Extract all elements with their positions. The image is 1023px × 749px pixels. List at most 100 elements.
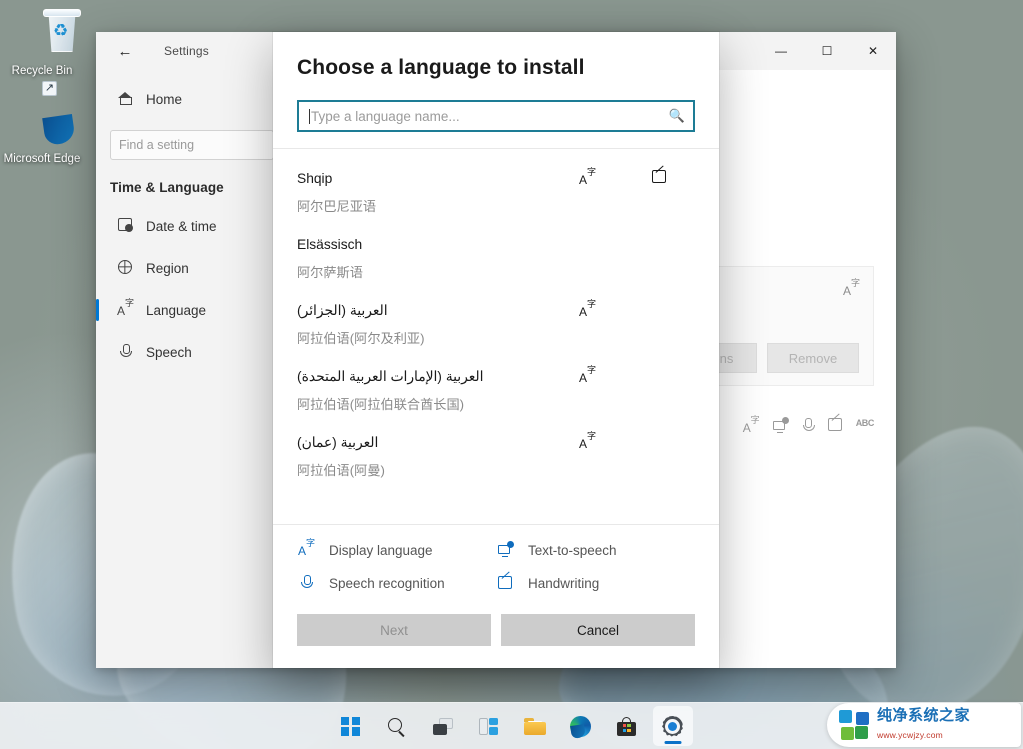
- windows-start-icon: [341, 716, 360, 736]
- language-local-name: 阿尔巴尼亚语: [297, 199, 377, 214]
- legend-item-handwriting: Handwriting: [496, 575, 695, 592]
- shortcut-arrow-icon: ↗: [42, 81, 57, 96]
- window-controls: — ☐ ✕: [758, 32, 896, 70]
- remove-button[interactable]: Remove: [767, 343, 859, 373]
- sidebar-item-home[interactable]: Home: [102, 79, 282, 119]
- taskbar-widgets-button[interactable]: [469, 706, 509, 746]
- desktop-icon-recycle-bin[interactable]: ♻ Recycle Bin: [0, 8, 84, 78]
- display-language-icon: A字: [843, 278, 860, 298]
- watermark-logo-icon: [839, 710, 869, 740]
- dialog-header: Choose a language to install Type a lang…: [273, 32, 719, 132]
- language-native-name: العربية (الإمارات العربية المتحدة): [297, 369, 484, 384]
- list-item[interactable]: العربية (الإمارات العربية المتحدة) 阿拉伯语(…: [273, 359, 719, 425]
- taskbar-edge-button[interactable]: [561, 706, 601, 746]
- desktop-icon-label: Microsoft Edge: [3, 153, 81, 165]
- taskbar-settings-button[interactable]: [652, 706, 693, 746]
- watermark-title: 纯净系统之家: [877, 706, 971, 724]
- sidebar-item-speech[interactable]: Speech: [102, 332, 282, 372]
- language-native-name: Shqip: [297, 171, 333, 186]
- sidebar-group-title: Time & Language: [110, 180, 224, 195]
- settings-sidebar: Home Find a setting Time & Language Date…: [96, 70, 288, 668]
- taskbar-start-button[interactable]: [331, 706, 371, 746]
- task-view-icon: [432, 717, 453, 735]
- legend-item-speech-recognition: Speech recognition: [297, 575, 496, 592]
- language-native-name: العربية (عمان): [297, 435, 379, 450]
- language-native-name: Elsässisch: [297, 237, 363, 252]
- legend-label: Speech recognition: [329, 576, 445, 591]
- microsoft-store-icon: [617, 716, 636, 736]
- feature-slot-empty: ·: [623, 368, 695, 383]
- sidebar-item-label: Region: [146, 260, 189, 276]
- desktop-icon-label: Recycle Bin: [11, 65, 73, 77]
- language-list[interactable]: Shqip 阿尔巴尼亚语 A字 Elsässisch 阿尔萨斯语 · ·: [273, 149, 719, 524]
- display-language-icon: A字: [579, 431, 596, 451]
- feature-legend: A字 Display language Text-to-speech Speec…: [273, 524, 719, 598]
- microphone-icon: [116, 343, 134, 361]
- window-title: Settings: [164, 44, 209, 58]
- search-icon[interactable]: 🔍: [669, 108, 685, 124]
- maximize-button[interactable]: ☐: [804, 32, 850, 70]
- sidebar-item-date-time[interactable]: Date & time: [102, 206, 282, 246]
- taskbar-task-view-button[interactable]: [423, 706, 463, 746]
- recycle-bin-icon: ♻: [0, 8, 84, 60]
- next-button[interactable]: Next: [297, 614, 491, 646]
- legend-label: Handwriting: [528, 576, 600, 591]
- list-item[interactable]: Elsässisch 阿尔萨斯语 · ·: [273, 227, 719, 293]
- minimize-icon: —: [775, 44, 787, 58]
- cancel-button[interactable]: Cancel: [501, 614, 695, 646]
- legend-label: Text-to-speech: [528, 542, 617, 558]
- sidebar-item-language[interactable]: A字 Language: [96, 290, 282, 330]
- language-local-name: 阿拉伯语(阿尔及利亚): [297, 331, 425, 346]
- minimize-button[interactable]: —: [758, 32, 804, 70]
- feature-slot-empty: ·: [623, 236, 695, 251]
- display-language-icon: A字: [117, 298, 134, 318]
- language-local-name: 阿拉伯语(阿拉伯联合酋长国): [297, 397, 465, 412]
- close-button[interactable]: ✕: [850, 32, 896, 70]
- taskbar-store-button[interactable]: [607, 706, 647, 746]
- back-button[interactable]: ←: [104, 35, 146, 67]
- settings-search-placeholder: Find a setting: [119, 138, 195, 152]
- language-search-placeholder: Type a language name...: [311, 108, 460, 124]
- speech-recognition-icon: [297, 575, 315, 592]
- site-watermark: 纯净系统之家 www.ycwjzy.com: [827, 703, 1021, 747]
- globe-icon: [116, 259, 134, 277]
- feature-slot-empty: ·: [551, 236, 623, 251]
- sidebar-item-region[interactable]: Region: [102, 248, 282, 288]
- calendar-clock-icon: [116, 218, 134, 234]
- settings-search-input[interactable]: Find a setting: [110, 130, 274, 160]
- watermark-url: www.ycwjzy.com: [877, 730, 943, 740]
- gear-icon: [662, 715, 683, 737]
- sidebar-item-label: Speech: [146, 344, 192, 360]
- handwriting-icon: [827, 418, 842, 436]
- display-language-icon: A字: [579, 167, 596, 187]
- close-icon: ✕: [867, 44, 879, 58]
- text-cursor: [309, 108, 310, 124]
- microsoft-edge-icon: ↗: [0, 81, 85, 148]
- list-item[interactable]: العربية (عمان) 阿拉伯语(阿曼) A字 ·: [273, 425, 719, 491]
- widgets-icon: [478, 717, 499, 735]
- folder-icon: [523, 717, 546, 735]
- taskbar-file-explorer-button[interactable]: [515, 706, 555, 746]
- dialog-actions: Next Cancel: [273, 598, 719, 668]
- sidebar-item-label: Language: [146, 302, 207, 318]
- legend-item-display-language: A字 Display language: [297, 538, 496, 559]
- language-native-name: العربية (الجزائر): [297, 303, 388, 318]
- microsoft-edge-icon: [570, 715, 591, 739]
- display-language-icon: A字: [579, 299, 596, 319]
- legend-item-text-to-speech: Text-to-speech: [496, 541, 695, 559]
- taskbar-search-button[interactable]: [377, 706, 417, 746]
- text-to-speech-icon: [772, 417, 789, 436]
- language-search-input[interactable]: Type a language name... 🔍: [297, 100, 695, 132]
- language-feature-icon-row: A字 ABC: [743, 416, 875, 436]
- speech-recognition-icon: [802, 418, 815, 436]
- home-icon: [116, 91, 134, 107]
- feature-slot-empty: ·: [623, 302, 695, 317]
- display-language-icon: A字: [298, 538, 315, 558]
- choose-language-dialog: Choose a language to install Type a lang…: [273, 32, 719, 668]
- desktop-icon-microsoft-edge[interactable]: ↗ Microsoft Edge: [0, 81, 85, 166]
- list-item[interactable]: العربية (الجزائر) 阿拉伯语(阿尔及利亚) A字 ·: [273, 293, 719, 359]
- back-arrow-icon: ←: [117, 42, 133, 60]
- display-language-icon: A字: [579, 365, 596, 385]
- search-icon: [387, 717, 406, 736]
- list-item[interactable]: Shqip 阿尔巴尼亚语 A字: [273, 161, 719, 227]
